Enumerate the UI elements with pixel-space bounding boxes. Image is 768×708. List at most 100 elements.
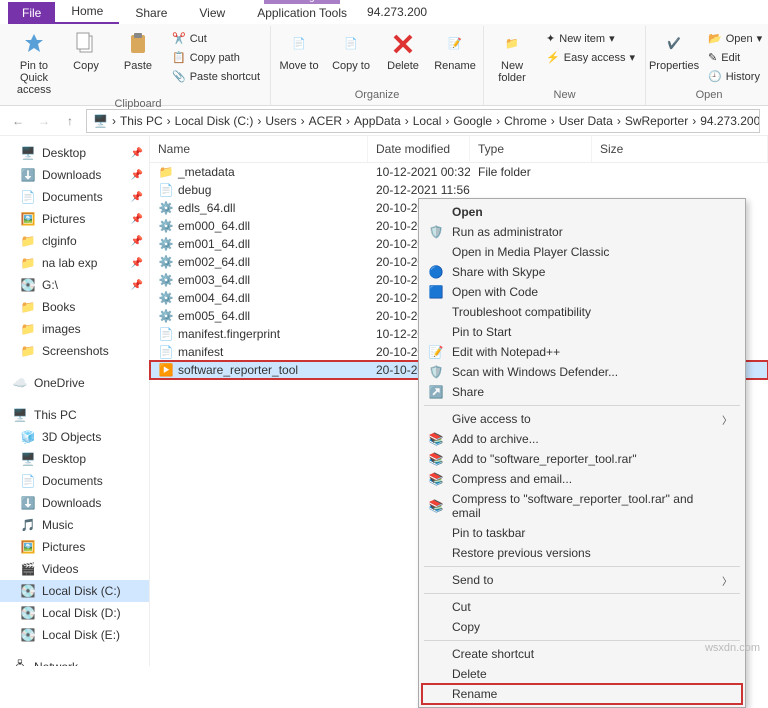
up-button[interactable]: ↑: [60, 111, 80, 131]
ctx-cut[interactable]: Cut: [422, 597, 742, 617]
side-onedrive[interactable]: ☁️OneDrive: [0, 372, 149, 394]
side-videos[interactable]: 🎬Videos: [0, 558, 149, 580]
ctx-copy[interactable]: Copy: [422, 617, 742, 637]
new-folder-button[interactable]: 📁New folder: [490, 26, 534, 84]
side-desktop2[interactable]: 🖥️Desktop: [0, 448, 149, 470]
side-g[interactable]: 💽G:\📌: [0, 274, 149, 296]
ctx-open[interactable]: Open: [422, 202, 742, 222]
file-name: debug: [178, 183, 211, 197]
tab-application-tools[interactable]: Application Tools: [249, 4, 355, 24]
tab-view[interactable]: View: [183, 2, 241, 24]
side-thispc[interactable]: 🖥️This PC: [0, 404, 149, 426]
crumb-segment[interactable]: Local Disk (C:): [175, 114, 254, 128]
file-row[interactable]: 📄debug20-12-2021 11:56: [150, 181, 768, 199]
side-music[interactable]: 🎵Music: [0, 514, 149, 536]
side-documents2[interactable]: 📄Documents: [0, 470, 149, 492]
side-network[interactable]: 🖧Network: [0, 656, 149, 666]
easy-icon: ⚡: [546, 51, 560, 64]
cut-button[interactable]: ✂️Cut: [168, 30, 264, 47]
side-3d[interactable]: 🧊3D Objects: [0, 426, 149, 448]
ctx-add-archive[interactable]: 📚Add to archive...: [422, 429, 742, 449]
ctx-troubleshoot[interactable]: Troubleshoot compatibility: [422, 302, 742, 322]
delete-button[interactable]: Delete: [381, 26, 425, 72]
side-downloads2[interactable]: ⬇️Downloads: [0, 492, 149, 514]
crumb-segment[interactable]: This PC: [120, 114, 163, 128]
file-row[interactable]: 📁_metadata10-12-2021 00:32File folder: [150, 163, 768, 181]
ctx-share[interactable]: ↗️Share: [422, 382, 742, 402]
side-locale[interactable]: 💽Local Disk (E:): [0, 624, 149, 646]
col-name[interactable]: Name: [150, 136, 368, 162]
ctx-delete[interactable]: Delete: [422, 664, 742, 684]
col-date[interactable]: Date modified: [368, 136, 470, 162]
ctx-rename[interactable]: Rename: [422, 684, 742, 704]
ctx-create-shortcut[interactable]: Create shortcut: [422, 644, 742, 664]
scissors-icon: ✂️: [172, 32, 186, 45]
tab-home[interactable]: Home: [55, 0, 119, 24]
crumb-segment[interactable]: AppData: [354, 114, 401, 128]
chevron-right-icon: ›: [405, 114, 409, 128]
edit-icon: ✎: [708, 51, 717, 64]
ctx-compress-to-email[interactable]: 📚Compress to "software_reporter_tool.rar…: [422, 489, 742, 523]
ctx-vscode[interactable]: 🟦Open with Code: [422, 282, 742, 302]
back-button[interactable]: ←: [8, 111, 28, 131]
side-pictures[interactable]: 🖼️Pictures📌: [0, 208, 149, 230]
side-downloads[interactable]: ⬇️Downloads📌: [0, 164, 149, 186]
side-pictures2[interactable]: 🖼️Pictures: [0, 536, 149, 558]
tab-share[interactable]: Share: [119, 2, 183, 24]
breadcrumb[interactable]: 🖥️› This PC›Local Disk (C:)›Users›ACER›A…: [86, 109, 760, 133]
open-button[interactable]: 📂Open ▾: [704, 30, 766, 47]
side-clginfo[interactable]: 📁clginfo📌: [0, 230, 149, 252]
ctx-label: Open in Media Player Classic: [452, 245, 609, 259]
crumb-segment[interactable]: User Data: [559, 114, 613, 128]
side-books[interactable]: 📁Books: [0, 296, 149, 318]
ctx-restore[interactable]: Restore previous versions: [422, 543, 742, 563]
side-label: OneDrive: [34, 376, 85, 390]
move-to-button[interactable]: 📄Move to: [277, 26, 321, 72]
history-button[interactable]: 🕘History: [704, 68, 766, 85]
paste-button[interactable]: Paste: [116, 26, 160, 72]
ctx-send-to[interactable]: Send to〉: [422, 570, 742, 590]
copy-button[interactable]: Copy: [64, 26, 108, 72]
easy-access-button[interactable]: ⚡Easy access ▾: [542, 49, 639, 66]
crumb-segment[interactable]: Google: [453, 114, 492, 128]
crumb-segment[interactable]: Chrome: [504, 114, 547, 128]
col-size[interactable]: Size: [592, 136, 768, 162]
ctx-defender[interactable]: 🛡️Scan with Windows Defender...: [422, 362, 742, 382]
properties-button[interactable]: ✔️Properties: [652, 26, 696, 72]
paste-shortcut-button[interactable]: 📎Paste shortcut: [168, 68, 264, 85]
new-item-button[interactable]: ✦New item ▾: [542, 30, 639, 47]
tab-file[interactable]: File: [8, 2, 55, 24]
ctx-compress-email[interactable]: 📚Compress and email...: [422, 469, 742, 489]
crumb-segment[interactable]: Local: [413, 114, 442, 128]
ctx-give-access[interactable]: Give access to〉: [422, 409, 742, 429]
col-type[interactable]: Type: [470, 136, 592, 162]
forward-button[interactable]: →: [34, 111, 54, 131]
edit-button[interactable]: ✎Edit: [704, 49, 766, 66]
side-localc[interactable]: 💽Local Disk (C:): [0, 580, 149, 602]
ctx-mpc[interactable]: Open in Media Player Classic: [422, 242, 742, 262]
crumb-segment[interactable]: ACER: [309, 114, 342, 128]
ctx-npp[interactable]: 📝Edit with Notepad++: [422, 342, 742, 362]
side-nalab[interactable]: 📁na lab exp📌: [0, 252, 149, 274]
pin-quick-access-button[interactable]: Pin to Quick access: [12, 26, 56, 96]
ctx-pin-start[interactable]: Pin to Start: [422, 322, 742, 342]
side-images[interactable]: 📁images: [0, 318, 149, 340]
copy-to-button[interactable]: 📄Copy to: [329, 26, 373, 72]
crumb-segment[interactable]: SwReporter: [625, 114, 688, 128]
ctx-run-admin[interactable]: 🛡️Run as administrator: [422, 222, 742, 242]
side-desktop[interactable]: 🖥️Desktop📌: [0, 142, 149, 164]
dll-icon: ⚙️: [158, 218, 174, 234]
side-documents[interactable]: 📄Documents📌: [0, 186, 149, 208]
rename-button[interactable]: 📝Rename: [433, 26, 477, 72]
chevron-right-icon: ›: [617, 114, 621, 128]
ctx-skype[interactable]: 🔵Share with Skype: [422, 262, 742, 282]
copy-path-button[interactable]: 📋Copy path: [168, 49, 264, 66]
side-locald[interactable]: 💽Local Disk (D:): [0, 602, 149, 624]
videos-icon: 🎬: [20, 561, 36, 577]
side-screenshots[interactable]: 📁Screenshots: [0, 340, 149, 362]
crumb-segment[interactable]: Users: [265, 114, 296, 128]
ribbon-group-organize: 📄Move to 📄Copy to Delete 📝Rename Organiz…: [271, 26, 484, 105]
crumb-segment[interactable]: 94.273.200: [700, 114, 760, 128]
ctx-pin-taskbar[interactable]: Pin to taskbar: [422, 523, 742, 543]
ctx-add-to-rar[interactable]: 📚Add to "software_reporter_tool.rar": [422, 449, 742, 469]
